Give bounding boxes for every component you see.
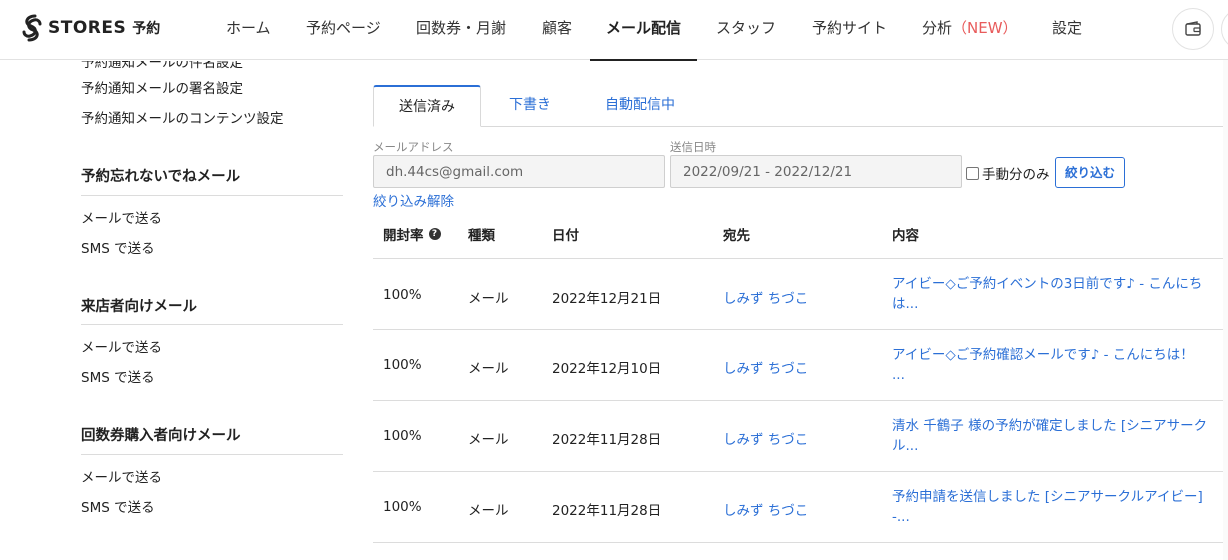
open-rate-header-label: 開封率 (383, 228, 424, 244)
sidebar-visitors-sms[interactable]: SMS で送る (81, 366, 155, 386)
cell-type: メール (468, 291, 509, 307)
nav-reservation-pages[interactable]: 予約ページ (306, 0, 381, 60)
sidebar: 予約通知メールの件名設定 予約通知メールの署名設定 予約通知メールのコンテンツ設… (0, 61, 360, 560)
sidebar-reminder-mail[interactable]: メールで送る (81, 207, 162, 227)
cell-type: メール (468, 503, 509, 519)
row-divider (373, 258, 1223, 259)
row-divider (373, 542, 1223, 543)
cell-date: 2022年12月21日 (552, 291, 662, 307)
row-divider (373, 400, 1223, 401)
cell-open-rate: 100% (383, 499, 422, 515)
email-filter-label: メールアドレス (373, 140, 454, 154)
new-badge: （NEW） (952, 19, 1018, 37)
cell-recipient-link[interactable]: しみず ちづこ (723, 499, 808, 519)
tab-drafts[interactable]: 下書き (495, 85, 565, 127)
sidebar-ticket-buyers-mail[interactable]: メールで送る (81, 466, 162, 486)
filter-button[interactable]: 絞り込む (1055, 157, 1125, 188)
sidebar-visitors-mail[interactable]: メールで送る (81, 336, 162, 356)
divider (81, 454, 343, 455)
column-header-date: 日付 (552, 228, 579, 244)
nav-home[interactable]: ホーム (226, 0, 271, 60)
nav-settings[interactable]: 設定 (1052, 0, 1082, 60)
nav-analytics-label: 分析 (922, 19, 953, 37)
cell-type: メール (468, 432, 509, 448)
cell-content-link[interactable]: 清水 千鶴子 様の予約が確定しました [シニアサークル... (892, 416, 1208, 456)
nav-reservation-site[interactable]: 予約サイト (812, 0, 887, 60)
top-navigation: STORES 予約 ホーム 予約ページ 回数券・月謝 顧客 メール配信 スタッフ… (0, 0, 1228, 61)
sidebar-ticket-buyers-sms[interactable]: SMS で送る (81, 496, 155, 516)
column-header-type: 種類 (468, 228, 495, 244)
cell-date: 2022年12月10日 (552, 361, 662, 377)
tab-sent[interactable]: 送信済み (373, 85, 481, 127)
cell-recipient-link[interactable]: しみず ちづこ (723, 287, 808, 307)
cell-recipient-link[interactable]: しみず ちづこ (723, 357, 808, 377)
sidebar-reminder-sms[interactable]: SMS で送る (81, 237, 155, 257)
sidebar-section-reminder: 予約忘れないでねメール (81, 169, 241, 185)
column-header-open-rate: 開封率 ? (383, 224, 441, 244)
stores-logo[interactable]: STORES 予約 (20, 12, 160, 44)
cell-open-rate: 100% (383, 357, 422, 373)
stores-logo-icon (22, 14, 42, 42)
row-divider (373, 471, 1223, 472)
account-button[interactable] (1221, 8, 1228, 50)
logo-text: STORES (48, 18, 127, 38)
manual-only-filter[interactable]: 手動分のみ (966, 163, 1050, 183)
sidebar-section-ticket-buyers: 回数券購入者向けメール (81, 428, 241, 444)
cell-date: 2022年11月28日 (552, 503, 662, 519)
cell-type: メール (468, 361, 509, 377)
nav-analytics[interactable]: 分析（NEW） (922, 0, 1018, 60)
divider (81, 324, 343, 325)
wallet-icon (1185, 21, 1201, 36)
clear-filter-link[interactable]: 絞り込み解除 (373, 190, 454, 210)
email-filter-input[interactable] (373, 155, 665, 188)
sidebar-link-clipped[interactable]: 予約通知メールの件名設定 (81, 61, 243, 71)
sidebar-link-signature[interactable]: 予約通知メールの署名設定 (81, 77, 243, 97)
divider (81, 195, 343, 196)
cell-content-link[interactable]: アイビー◇ご予約確認メールです♪ - こんにちは！ ... (892, 345, 1208, 385)
nav-staff[interactable]: スタッフ (716, 0, 776, 60)
column-header-content: 内容 (892, 228, 919, 244)
help-icon[interactable]: ? (428, 228, 441, 240)
date-range-input[interactable] (670, 155, 962, 188)
cell-content-link[interactable]: アイビー◇ご予約イベントの3日前です♪ - こんにちは... (892, 274, 1208, 314)
wallet-button[interactable] (1172, 8, 1214, 50)
date-filter-label: 送信日時 (670, 140, 716, 154)
cell-open-rate: 100% (383, 428, 422, 444)
row-divider (373, 329, 1223, 330)
nav-tickets[interactable]: 回数券・月謝 (416, 0, 506, 60)
sidebar-link-contents[interactable]: 予約通知メールのコンテンツ設定 (81, 107, 284, 127)
nav-mail-delivery[interactable]: メール配信 (589, 0, 698, 61)
manual-only-label: 手動分のみ (982, 167, 1050, 183)
scrollbar[interactable] (1223, 60, 1228, 560)
cell-content-link[interactable]: 予約申請を送信しました [シニアサークルアイビー] -... (892, 487, 1208, 527)
sidebar-section-visitors: 来店者向けメール (81, 299, 197, 315)
column-header-recipient: 宛先 (723, 228, 750, 244)
cell-date: 2022年11月28日 (552, 432, 662, 448)
cell-open-rate: 100% (383, 287, 422, 303)
cell-recipient-link[interactable]: しみず ちづこ (723, 428, 808, 448)
tab-auto-delivery[interactable]: 自動配信中 (590, 85, 690, 127)
nav-customers[interactable]: 顧客 (542, 0, 572, 60)
logo-subtext: 予約 (132, 21, 161, 37)
manual-only-checkbox[interactable] (966, 166, 979, 180)
